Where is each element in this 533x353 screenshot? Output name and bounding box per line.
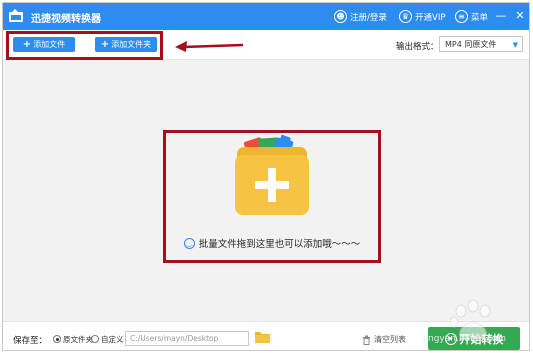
login-button[interactable]: ☻ 注册/登录 (334, 9, 387, 24)
menu-label: 菜单 (471, 12, 489, 23)
watermark-text: jingyan.baidu.com (423, 334, 507, 344)
output-format-value: MP4 同原文件 (445, 39, 497, 49)
drop-hint-text: 批量文件拖到这里也可以添加哦～～～ (198, 239, 361, 250)
vip-button[interactable]: ♛ 开通VIP (399, 9, 445, 24)
output-format-select[interactable]: MP4 同原文件 ▼ (439, 36, 523, 52)
radio-source-folder[interactable]: 原文件夹 (53, 334, 93, 344)
app-logo-icon (9, 9, 23, 22)
title-bar: 迅捷视频转换器 ☻ 注册/登录 ♛ 开通VIP ≡ 菜单 — ✕ (3, 3, 529, 30)
drop-hint: ‿ 批量文件拖到这里也可以添加哦～～～ (166, 236, 378, 250)
drop-zone[interactable]: ‿ 批量文件拖到这里也可以添加哦～～～ (163, 130, 381, 263)
plus-icon: + (100, 38, 110, 50)
radio-source-label: 原文件夹 (63, 334, 93, 344)
app-window: 迅捷视频转换器 ☻ 注册/登录 ♛ 开通VIP ≡ 菜单 — ✕ + 添加文件 … (2, 2, 530, 351)
chevron-down-icon: ▼ (512, 41, 518, 49)
smile-icon: ‿ (183, 237, 195, 249)
vip-label: 开通VIP (415, 12, 446, 23)
app-title: 迅捷视频转换器 (31, 14, 101, 25)
add-folder-label: 添加文件夹 (111, 40, 152, 49)
radio-dot (91, 335, 99, 343)
clear-list-label: 清空列表 (374, 335, 406, 344)
folder-plus-icon[interactable] (229, 133, 315, 219)
radio-dot-selected (53, 335, 61, 343)
minimize-button[interactable]: — (495, 9, 507, 23)
menu-icon: ≡ (455, 10, 468, 23)
close-button[interactable]: ✕ (514, 9, 526, 23)
clear-list-button[interactable]: 清空列表 (362, 334, 406, 345)
user-icon: ☻ (334, 10, 347, 23)
toolbar: + 添加文件 + 添加文件夹 输出格式： MP4 同原文件 ▼ (3, 30, 529, 60)
add-file-label: 添加文件 (33, 40, 66, 49)
radio-custom-label: 自定义 (101, 334, 124, 344)
trash-icon (363, 335, 370, 345)
login-label: 注册/登录 (350, 12, 387, 23)
output-format-label: 输出格式： (396, 42, 439, 52)
plus-icon: + (22, 38, 32, 50)
add-folder-button[interactable]: + 添加文件夹 (95, 37, 157, 52)
save-to-label: 保存至： (13, 336, 48, 346)
save-path-field[interactable]: C:/Users/mayn/Desktop (125, 331, 249, 346)
annotation-arrow-icon (175, 41, 244, 52)
add-file-button[interactable]: + 添加文件 (13, 37, 75, 52)
radio-custom[interactable]: 自定义 (91, 334, 124, 344)
open-folder-icon[interactable] (254, 330, 271, 344)
vip-icon: ♛ (399, 10, 412, 23)
menu-button[interactable]: ≡ 菜单 (455, 9, 488, 24)
